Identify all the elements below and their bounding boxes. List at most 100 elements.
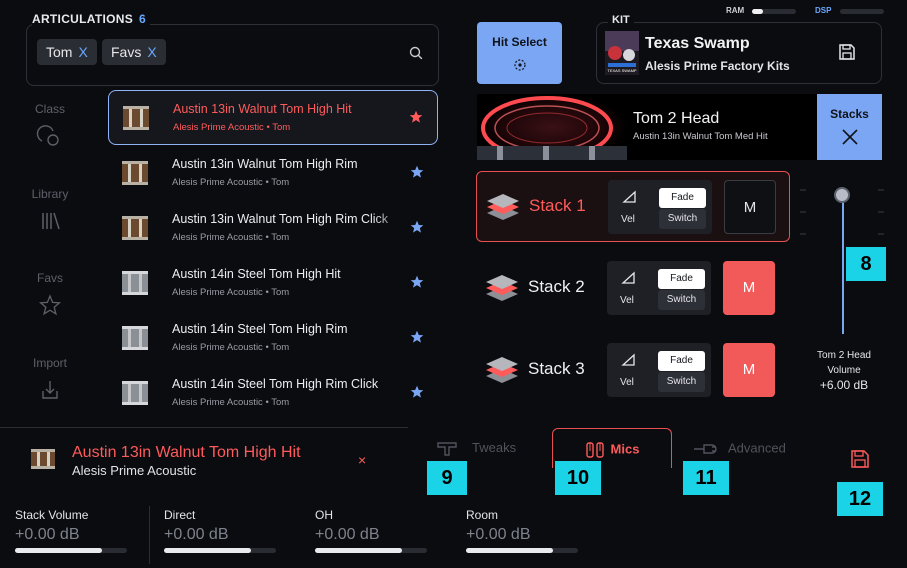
articulation-item[interactable]: Austin 13in Walnut Tom High Rim Alesis P… — [108, 146, 438, 201]
drum-thumbnail-icon — [122, 216, 148, 240]
vel-fade-control: Vel Fade Switch — [607, 261, 711, 315]
mute-button[interactable]: M — [723, 343, 775, 397]
kit-label: KIT — [608, 14, 634, 26]
mix-label: Stack Volume — [15, 508, 89, 522]
articulation-list: Austin 13in Walnut Tom High Hit Alesis P… — [108, 90, 438, 420]
fade-button[interactable]: Fade — [658, 351, 705, 371]
sidebar-item-library[interactable]: Library — [10, 187, 90, 233]
velocity-icon[interactable] — [622, 190, 638, 204]
search-icon[interactable] — [408, 45, 424, 61]
favorite-star-icon[interactable] — [410, 385, 424, 399]
favorite-star-icon[interactable] — [410, 330, 424, 344]
mix-slider-fill — [164, 548, 252, 553]
tab-label: Tweaks — [472, 440, 517, 455]
star-outline-icon — [38, 294, 62, 316]
selected-drum-thumbnail — [31, 449, 55, 469]
stacks-button[interactable]: Stacks — [817, 94, 882, 160]
vel-fade-control: Vel Fade Switch — [607, 343, 711, 397]
mix-value[interactable]: +0.00 dB — [164, 526, 304, 544]
mute-button[interactable]: M — [724, 180, 776, 234]
favorite-star-icon[interactable] — [410, 275, 424, 289]
filter-box: Tom X Favs X — [26, 24, 439, 86]
divider — [149, 506, 150, 564]
stack-layers-icon — [487, 194, 519, 220]
stacks-label: Stacks — [830, 107, 869, 121]
import-icon — [42, 381, 58, 399]
mix-value[interactable]: +0.00 dB — [15, 526, 155, 544]
sidebar-item-class[interactable]: Class — [10, 102, 90, 148]
filter-tag-tom[interactable]: Tom X — [37, 39, 97, 65]
tab-label: Mics — [610, 441, 640, 457]
switch-button[interactable]: Switch — [658, 372, 705, 392]
mix-slider-fill — [466, 548, 554, 553]
mix-slider[interactable] — [315, 548, 427, 553]
stack-row-1[interactable]: Stack 1 Vel Fade Switch M — [476, 171, 790, 242]
articulation-item[interactable]: Austin 14in Steel Tom High Rim Alesis Pr… — [108, 311, 438, 366]
annotation-badge-8: 8 — [846, 247, 886, 281]
switch-button[interactable]: Switch — [659, 209, 706, 229]
articulation-item[interactable]: Austin 14in Steel Tom High Hit Alesis Pr… — [108, 256, 438, 311]
favorite-star-icon[interactable] — [410, 220, 424, 234]
tab-label: Advanced — [728, 440, 786, 456]
mix-slider-fill — [15, 548, 103, 553]
remove-filter-icon[interactable]: X — [78, 44, 87, 60]
vel-label: Vel — [620, 295, 634, 306]
mix-slider[interactable] — [466, 548, 578, 553]
annotation-badge-11: 11 — [683, 461, 729, 495]
volume-slider-handle[interactable] — [834, 187, 850, 203]
mix-direct[interactable]: Direct +0.00 dB — [164, 508, 304, 553]
switch-button[interactable]: Switch — [658, 290, 705, 310]
articulation-subtitle: Alesis Prime Acoustic • Tom — [172, 177, 290, 188]
filter-tag-label: Favs — [111, 44, 142, 60]
articulation-subtitle: Alesis Prime Acoustic • Tom — [172, 287, 290, 298]
favorite-star-icon[interactable] — [410, 165, 424, 179]
kit-name: Texas Swamp — [645, 35, 750, 52]
save-kit-icon[interactable] — [838, 43, 856, 61]
articulation-title: Austin 14in Steel Tom High Rim Click — [172, 377, 379, 391]
dsp-meter — [840, 9, 884, 14]
hit-select-button[interactable]: Hit Select — [477, 22, 562, 84]
mics-icon — [585, 442, 604, 458]
sidebar-item-import[interactable]: Import — [10, 356, 90, 402]
mix-room[interactable]: Room +0.00 dB — [466, 508, 606, 553]
velocity-icon[interactable] — [621, 353, 637, 367]
close-icon — [841, 129, 858, 145]
kit-thumbnail-caption: TEXAS SWAMP — [607, 68, 637, 73]
library-icon — [42, 212, 60, 230]
volume-value: +6.00 dB — [819, 378, 869, 392]
mix-value[interactable]: +0.00 dB — [315, 526, 455, 544]
tweaks-icon — [437, 441, 457, 456]
volume-slider-track[interactable] — [842, 196, 844, 334]
mix-slider[interactable] — [164, 548, 276, 553]
wrench-icon — [694, 444, 717, 454]
fade-button[interactable]: Fade — [658, 269, 705, 289]
mix-oh[interactable]: OH +0.00 dB — [315, 508, 455, 553]
sidebar-item-favs[interactable]: Favs — [10, 271, 90, 317]
mix-value[interactable]: +0.00 dB — [466, 526, 606, 544]
stack-row-3[interactable]: Stack 3 Vel Fade Switch M — [476, 335, 790, 406]
stack-row-2[interactable]: Stack 2 Vel Fade Switch M — [476, 253, 790, 324]
kit-selector[interactable]: TEXAS SWAMP Texas Swamp Alesis Prime Fac… — [596, 22, 882, 84]
close-icon[interactable]: × — [358, 452, 366, 468]
velocity-icon[interactable] — [621, 271, 637, 285]
head-banner: Tom 2 Head Austin 13in Walnut Tom Med Hi… — [477, 94, 817, 160]
mix-stack-volume[interactable]: Stack Volume +0.00 dB — [15, 508, 155, 553]
sidebar-item-label: Library — [31, 187, 69, 201]
stack-name: Stack 1 — [529, 196, 586, 215]
class-icon — [36, 125, 59, 146]
filter-tag-favs[interactable]: Favs X — [102, 39, 166, 65]
articulations-header: ARTICULATIONS 6 — [32, 12, 150, 26]
favorite-star-icon[interactable] — [409, 110, 423, 124]
mix-slider[interactable] — [15, 548, 127, 553]
articulation-item[interactable]: Austin 13in Walnut Tom High Hit Alesis P… — [108, 90, 438, 145]
save-icon[interactable] — [850, 449, 870, 469]
fade-button[interactable]: Fade — [659, 188, 706, 208]
head-subtitle: Austin 13in Walnut Tom Med Hit — [633, 131, 768, 142]
articulation-item[interactable]: Austin 14in Steel Tom High Rim Click Ale… — [108, 366, 438, 420]
volume-label: Tom 2 Head — [817, 350, 871, 361]
remove-filter-icon[interactable]: X — [147, 44, 156, 60]
head-title: Tom 2 Head — [633, 110, 720, 127]
articulation-item[interactable]: Austin 13in Walnut Tom High Rim Click Al… — [108, 201, 438, 256]
mix-label: Room — [466, 508, 499, 522]
mute-button[interactable]: M — [723, 261, 775, 315]
